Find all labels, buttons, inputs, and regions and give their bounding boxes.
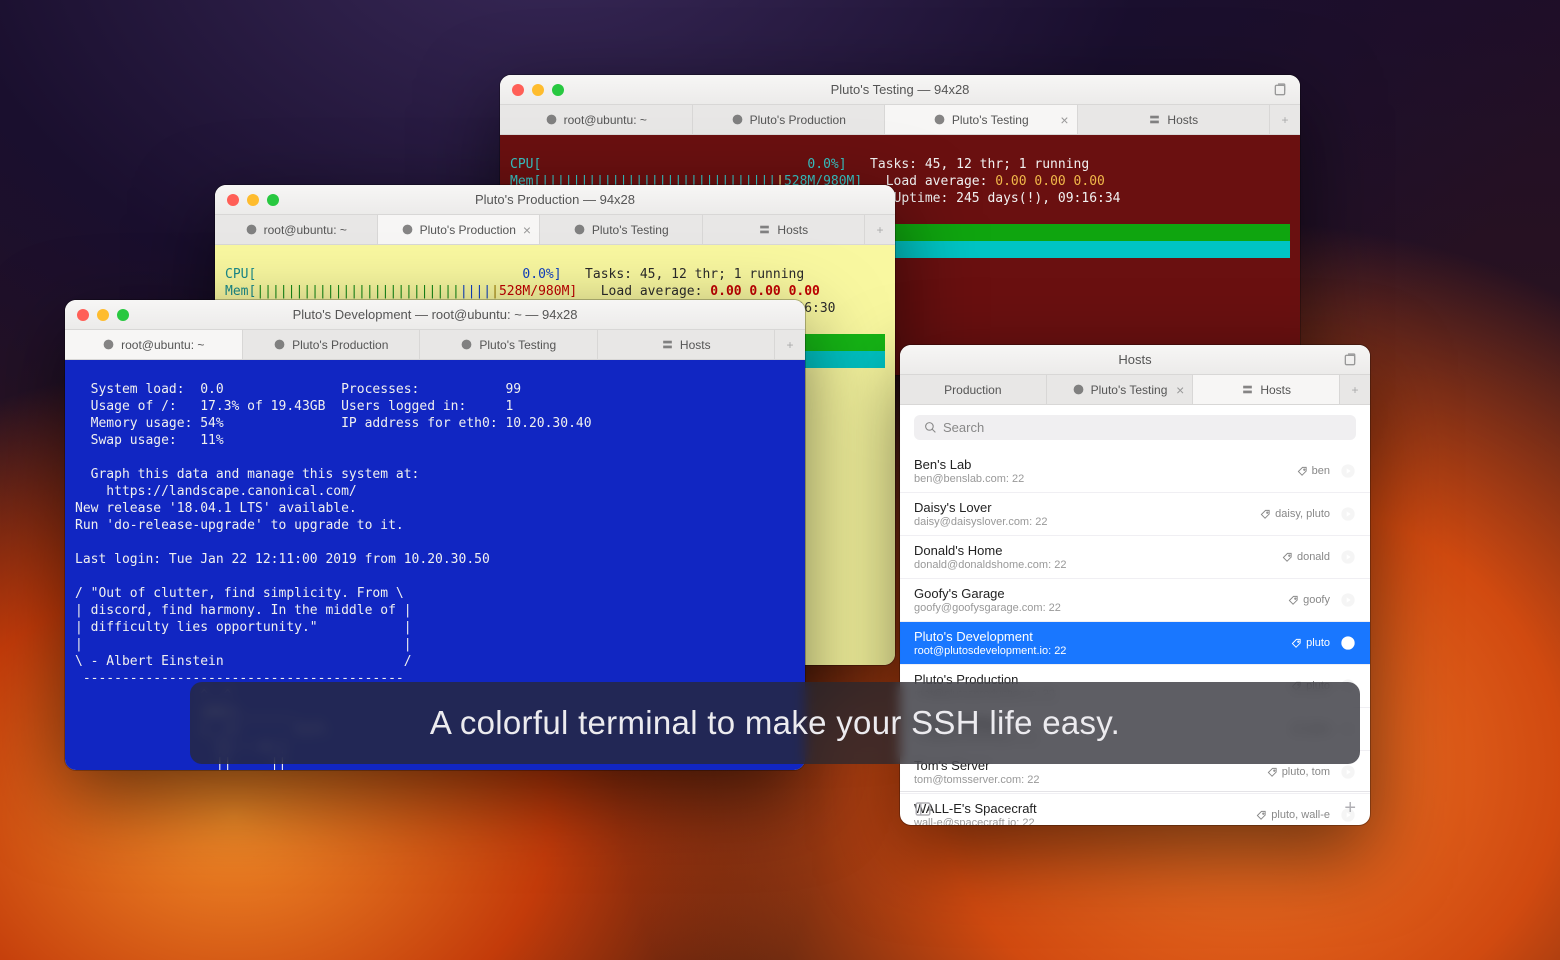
close-icon[interactable]: × xyxy=(523,222,531,238)
host-row[interactable]: Donald's Homedonald@donaldshome.com: 22 d… xyxy=(900,536,1370,579)
play-icon[interactable] xyxy=(1340,506,1356,522)
tag-icon xyxy=(1288,595,1299,606)
sidebar-toggle-icon[interactable] xyxy=(914,800,932,818)
tab-add[interactable]: + xyxy=(865,215,895,244)
tab-root[interactable]: root@ubuntu: ~ xyxy=(65,330,243,359)
host-address: donald@donaldshome.com: 22 xyxy=(914,559,1272,571)
host-name: Ben's Lab xyxy=(914,457,1287,472)
play-icon[interactable] xyxy=(1340,592,1356,608)
traffic-min[interactable] xyxy=(532,84,544,96)
titlebar[interactable]: Pluto's Testing — 94x28 xyxy=(500,75,1300,105)
host-address: daisy@daisyslover.com: 22 xyxy=(914,516,1250,528)
host-address: root@plutosdevelopment.io: 22 xyxy=(914,645,1281,657)
traffic-close[interactable] xyxy=(227,194,239,206)
share-icon[interactable] xyxy=(1272,82,1288,98)
tab-production[interactable]: Pluto's Production xyxy=(243,330,421,359)
window-title: Pluto's Testing — 94x28 xyxy=(500,82,1300,97)
traffic-min[interactable] xyxy=(247,194,259,206)
tab-testing[interactable]: Pluto's Testing xyxy=(420,330,598,359)
host-tag: pluto, tom xyxy=(1267,766,1330,778)
share-icon[interactable] xyxy=(1342,352,1358,368)
host-row[interactable]: Ben's Labben@benslab.com: 22 ben xyxy=(900,450,1370,493)
tabstrip: root@ubuntu: ~ Pluto's Production× Pluto… xyxy=(215,215,895,245)
tab-hosts[interactable]: Hosts xyxy=(598,330,776,359)
tag-icon xyxy=(1267,767,1278,778)
host-tag: donald xyxy=(1282,551,1330,563)
host-row[interactable]: Goofy's Garagegoofy@goofysgarage.com: 22… xyxy=(900,579,1370,622)
tab-testing[interactable]: Pluto's Testing xyxy=(540,215,703,244)
search-bar: Search xyxy=(900,405,1370,450)
host-row[interactable]: Daisy's Loverdaisy@daisyslover.com: 22 da… xyxy=(900,493,1370,536)
host-name: Goofy's Garage xyxy=(914,586,1278,601)
host-name: Pluto's Development xyxy=(914,629,1281,644)
host-address: tom@tomsserver.com: 22 xyxy=(914,774,1257,786)
play-icon[interactable] xyxy=(1340,463,1356,479)
tab-testing[interactable]: Pluto's Testing× xyxy=(1047,375,1194,404)
tab-root[interactable]: root@ubuntu: ~ xyxy=(500,105,693,134)
search-placeholder: Search xyxy=(943,420,984,435)
tab-root[interactable]: root@ubuntu: ~ xyxy=(215,215,378,244)
close-icon[interactable]: × xyxy=(1060,112,1068,128)
traffic-min[interactable] xyxy=(97,309,109,321)
titlebar[interactable]: Pluto's Production — 94x28 xyxy=(215,185,895,215)
host-tag: ben xyxy=(1297,465,1330,477)
tab-hosts[interactable]: Hosts xyxy=(1193,375,1340,404)
tab-add[interactable]: + xyxy=(1270,105,1300,134)
tab-hosts[interactable]: Hosts xyxy=(703,215,866,244)
add-host-button[interactable]: + xyxy=(1344,797,1356,820)
tab-add[interactable]: + xyxy=(1340,375,1370,404)
window-title: Pluto's Production — 94x28 xyxy=(215,192,895,207)
tag-icon xyxy=(1260,509,1271,520)
host-tag: pluto xyxy=(1291,637,1330,649)
traffic-max[interactable] xyxy=(552,84,564,96)
host-row[interactable]: Pluto's Developmentroot@plutosdevelopmen… xyxy=(900,622,1370,665)
play-icon[interactable] xyxy=(1340,549,1356,565)
traffic-max[interactable] xyxy=(117,309,129,321)
tab-production[interactable]: Pluto's Production× xyxy=(378,215,541,244)
search-input[interactable]: Search xyxy=(914,415,1356,440)
play-icon[interactable] xyxy=(1340,764,1356,780)
tag-icon xyxy=(1291,638,1302,649)
host-address: goofy@goofysgarage.com: 22 xyxy=(914,602,1278,614)
hosts-list: Ben's Labben@benslab.com: 22 ben Daisy's L… xyxy=(900,450,1370,825)
traffic-close[interactable] xyxy=(512,84,524,96)
titlebar[interactable]: Pluto's Development — root@ubuntu: ~ — 9… xyxy=(65,300,805,330)
window-title: Pluto's Development — root@ubuntu: ~ — 9… xyxy=(65,307,805,322)
traffic-close[interactable] xyxy=(77,309,89,321)
caption-text: A colorful terminal to make your SSH lif… xyxy=(430,704,1120,741)
host-name: Daisy's Lover xyxy=(914,500,1250,515)
traffic-max[interactable] xyxy=(267,194,279,206)
tag-icon xyxy=(1297,466,1308,477)
tab-testing[interactable]: Pluto's Testing× xyxy=(885,105,1078,134)
host-address: ben@benslab.com: 22 xyxy=(914,473,1287,485)
close-icon[interactable]: × xyxy=(1176,382,1184,398)
search-icon xyxy=(924,421,937,434)
tabstrip: root@ubuntu: ~ Pluto's Production Pluto'… xyxy=(500,105,1300,135)
play-icon[interactable] xyxy=(1340,635,1356,651)
tabstrip: root@ubuntu: ~ Pluto's Production Pluto'… xyxy=(65,330,805,360)
tab-hosts[interactable]: Hosts xyxy=(1078,105,1271,134)
tab-production[interactable]: Pluto's Production xyxy=(693,105,886,134)
window-title: Hosts xyxy=(900,352,1370,367)
titlebar[interactable]: Hosts xyxy=(900,345,1370,375)
host-tag: goofy xyxy=(1288,594,1330,606)
host-name: Donald's Home xyxy=(914,543,1272,558)
hosts-footer: + xyxy=(900,791,1370,825)
tag-icon xyxy=(1282,552,1293,563)
caption-overlay: A colorful terminal to make your SSH lif… xyxy=(190,682,1360,764)
tab-production[interactable]: Production xyxy=(900,375,1047,404)
host-tag: daisy, pluto xyxy=(1260,508,1330,520)
tabstrip: Production Pluto's Testing× Hosts + xyxy=(900,375,1370,405)
tab-add[interactable]: + xyxy=(775,330,805,359)
